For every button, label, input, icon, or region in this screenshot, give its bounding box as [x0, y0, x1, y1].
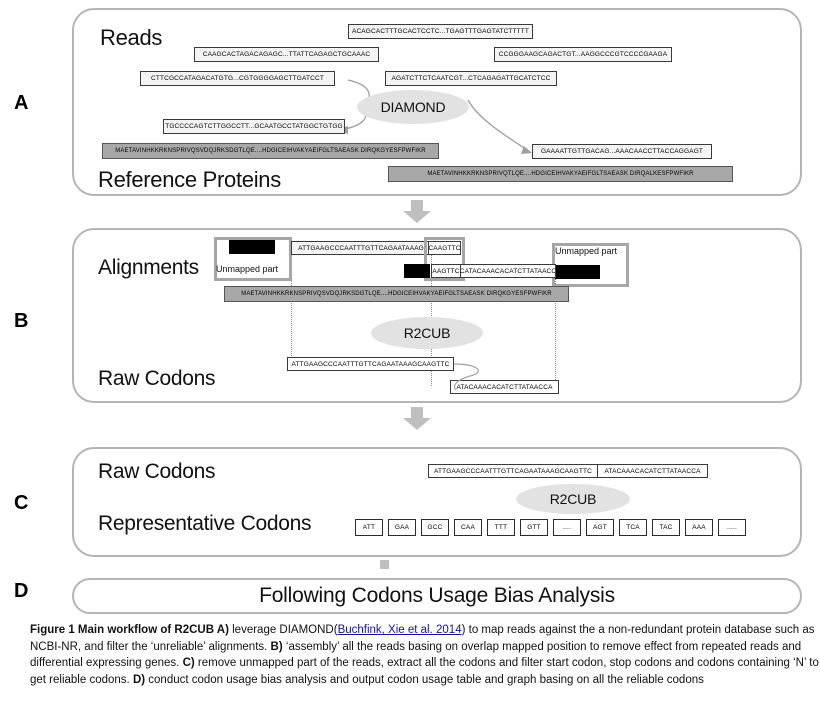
- panel-c-representative-label: Representative Codons: [98, 512, 312, 535]
- panel-b-raw-codon-box-1: ATTGAAGCCCAATTTGTTCAGAATAAAGCAAGTTC: [287, 357, 454, 371]
- read-box-4: CTTCGCCATAGACATGTG...CGTGGGGAGCTTGATCCT: [140, 71, 335, 86]
- codon-chip: .....: [718, 519, 746, 536]
- caption-bold-c: C): [182, 657, 195, 669]
- codon-chip: GCC: [421, 519, 449, 536]
- codon-chip: GTT: [520, 519, 548, 536]
- arrow-a-to-b: [403, 200, 431, 223]
- unmapped-label-right: Unmapped part: [555, 246, 618, 256]
- panel-a-reference-label: Reference Proteins: [98, 167, 281, 192]
- alignment-read1-main: ATTGAAGCCCAATTTGTTCAGAATAAAG: [291, 241, 431, 255]
- codon-chip: AGT: [586, 519, 614, 536]
- codon-chip: ATT: [355, 519, 383, 536]
- read-box-5: AGATCTTCTCAATCGT...CTCAGAGATTGCATCTCC: [385, 71, 557, 86]
- panel-b-raw-codon-box-2: ATACAAACACATCTTATAACCA: [450, 380, 559, 394]
- read-box-2: CAAGCACTAGACAGAGC...TTATTCAGAGCTGCAAAC: [194, 47, 379, 62]
- panel-letter-a: A: [14, 92, 29, 114]
- caption-citation-link[interactable]: Buchfink, Xie et al. 2014: [338, 624, 462, 636]
- unmapped-label-left: Unmapped part: [216, 264, 279, 274]
- alignment-read2-main: CATACAAACACATCTTATAACC: [460, 264, 556, 278]
- read-box-6: TGCCCCAGTCTTGGCCTT...GCAATGCCTATGGCTGTGG: [163, 119, 345, 134]
- caption-part1: leverage DIAMOND(: [228, 624, 338, 636]
- panel-b-rawcodons-label: Raw Codons: [98, 367, 216, 390]
- diamond-tool-node: DIAMOND: [357, 90, 469, 124]
- panel-a-reads-label: Reads: [100, 25, 163, 50]
- r2cub-tool-node-c: R2CUB: [516, 484, 630, 514]
- codon-chip: GAA: [388, 519, 416, 536]
- codon-chip: TTT: [487, 519, 515, 536]
- panel-b-protein-box: MAETAVINHKKRKNSPRIVQSVDQJRKSDGTLQE....HD…: [224, 286, 569, 302]
- arrow-b-to-c: [403, 407, 431, 430]
- caption-bold-b: B): [270, 640, 283, 653]
- codon-chip: TAC: [652, 519, 680, 536]
- codon-chip: CAA: [454, 519, 482, 536]
- panel-c-merged-right: ATACAAACACATCTTATAACCA: [597, 464, 708, 478]
- figure-root: A B C D Reads Reference Proteins ACAGCAC…: [0, 0, 820, 710]
- caption-bold-d: D): [132, 673, 146, 686]
- read-box-7: GAAAATTGTTGACAG...AAACAACCTTACCAGGAGT: [532, 144, 712, 159]
- panel-b-alignments-label: Alignments: [98, 256, 199, 279]
- alignment-read2-black-block: [404, 264, 430, 278]
- codon-chip: AAA: [685, 519, 713, 536]
- unmapped-black-block-left: [229, 240, 275, 254]
- unmapped-black-block-right: [555, 265, 600, 279]
- caption-part5: conduct codon usage bias analysis and ou…: [145, 673, 704, 686]
- caption-bold-lead: Figure 1 Main workflow of R2CUB A): [30, 624, 229, 636]
- panel-c-merged-left: ATTGAAGCCCAATTTGTTCAGAATAAAGCAAGTTC: [428, 464, 598, 478]
- panel-letter-d: D: [14, 580, 29, 602]
- read-box-1: ACAGCACTTTGCACTCCTC...TGAGTTTGAGTATCTTTT…: [348, 24, 533, 39]
- panel-c-rawcodons-label: Raw Codons: [98, 460, 216, 483]
- figure-caption: Figure 1 Main workflow of R2CUB A) lever…: [30, 622, 820, 688]
- r2cub-tool-node-b: R2CUB: [371, 317, 483, 349]
- alignment-read2-overlap: AAGTTC: [431, 264, 461, 278]
- arrow-c-to-d: [380, 560, 389, 569]
- reference-protein-box-2: MAETAVINHKKRKNSPRIVQTLQE....HDGICEIHVAKY…: [388, 166, 733, 182]
- read-box-3: CCGGGAAGCAGACTGT...AAGGCCCGTCCCCGAAGA: [494, 47, 672, 62]
- panel-letter-b: B: [14, 310, 29, 332]
- codon-chip: ....: [553, 519, 581, 536]
- reference-protein-box-1: MAETAVINHKKRKNSPRIVQSVDQJRKSDGTLQE....HD…: [102, 143, 439, 159]
- panel-letter-c: C: [14, 492, 29, 514]
- codon-chip: TCA: [619, 519, 647, 536]
- panel-d-banner: Following Codons Usage Bias Analysis: [72, 578, 802, 614]
